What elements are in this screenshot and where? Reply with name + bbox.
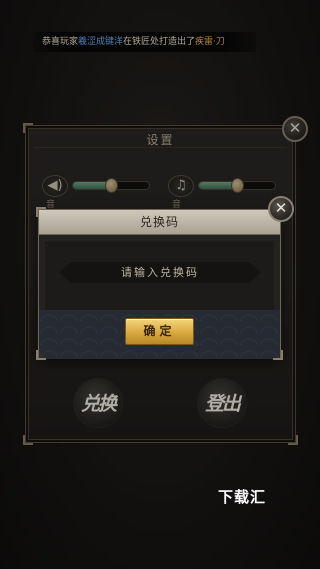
- watermark-text: 下载汇: [218, 488, 267, 506]
- confirm-button[interactable]: 确定: [125, 318, 194, 345]
- dialog-close-button[interactable]: ✕: [268, 196, 294, 222]
- close-icon: ✕: [274, 199, 288, 217]
- dialog-title: 兑换码: [139, 215, 179, 229]
- dialog-corner-ornament: [36, 350, 46, 360]
- redeem-code-input[interactable]: [59, 262, 261, 283]
- dialog-corner-ornament: [36, 207, 46, 217]
- dialog-corner-ornament: [273, 350, 283, 360]
